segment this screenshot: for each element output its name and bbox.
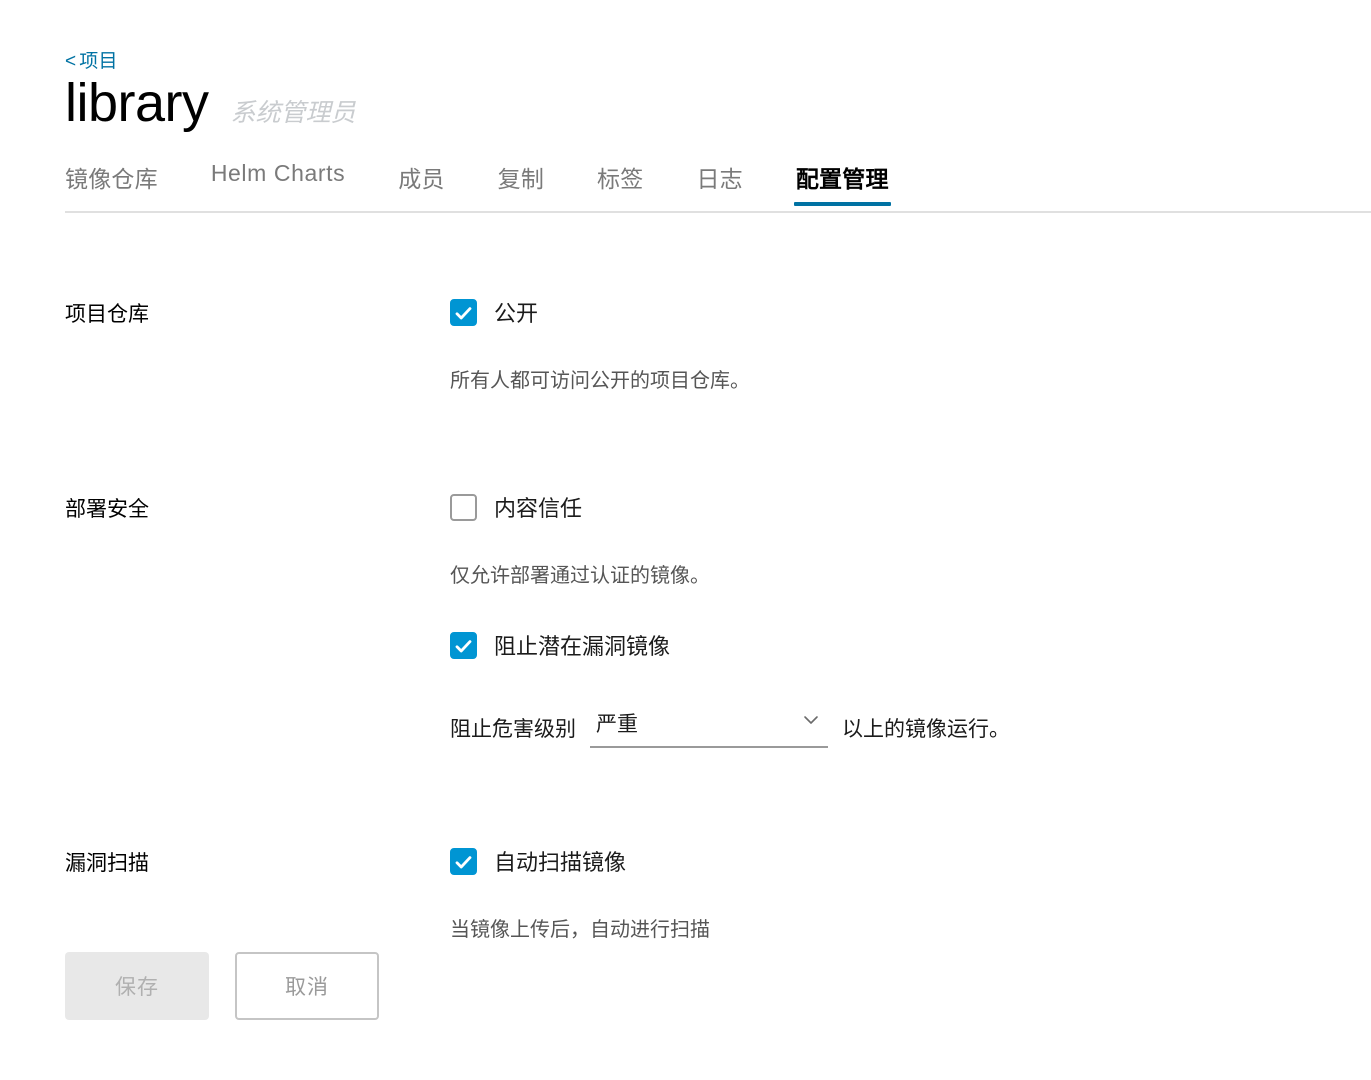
severity-prefix-label: 阻止危害级别 bbox=[450, 718, 576, 741]
auto-scan-helper-text: 当镜像上传后，自动进行扫描 bbox=[450, 919, 710, 941]
configuration-form: 项目仓库 公开 所有人都可访问公开的项目仓库。 部署安全 内容信任 仅允许部署通… bbox=[0, 232, 1371, 943]
group-label-deploy-security: 部署安全 bbox=[65, 498, 149, 521]
group-label-project-repo: 项目仓库 bbox=[65, 303, 149, 326]
project-role-badge: 系统管理员 bbox=[230, 99, 356, 127]
auto-scan-checkbox-row[interactable]: 自动扫描镜像 bbox=[450, 847, 1331, 875]
tab-helm-charts[interactable]: Helm Charts bbox=[211, 155, 345, 187]
form-group-vulnerability-scan: 漏洞扫描 自动扫描镜像 当镜像上传后，自动进行扫描 bbox=[0, 847, 1371, 943]
content-trust-checkbox-label[interactable]: 内容信任 bbox=[494, 491, 582, 523]
tab-repositories[interactable]: 镜像仓库 bbox=[65, 155, 158, 194]
tab-replication[interactable]: 复制 bbox=[498, 155, 544, 194]
public-helper-text: 所有人都可访问公开的项目仓库。 bbox=[450, 370, 750, 392]
content-trust-helper-text: 仅允许部署通过认证的镜像。 bbox=[450, 565, 710, 587]
cancel-button[interactable]: 取消 bbox=[235, 952, 379, 1020]
auto-scan-checkbox-label[interactable]: 自动扫描镜像 bbox=[494, 845, 626, 877]
public-checkbox[interactable] bbox=[450, 298, 477, 326]
check-icon bbox=[455, 639, 472, 652]
severity-select-row: 阻止危害级别 严重 以上的镜像运行。 bbox=[450, 708, 1331, 748]
severity-suffix-label: 以上的镜像运行。 bbox=[842, 718, 1010, 741]
form-group-deploy-security: 部署安全 内容信任 仅允许部署通过认证的镜像。 阻止潜在漏洞镜像 阻止危害级别 … bbox=[0, 493, 1371, 748]
public-checkbox-row[interactable]: 公开 bbox=[450, 298, 1331, 326]
tab-list: 镜像仓库 Helm Charts 成员 复制 标签 日志 配置管理 bbox=[65, 155, 1371, 211]
severity-select[interactable]: 严重 bbox=[590, 708, 828, 748]
group-body-vulnerability-scan: 自动扫描镜像 当镜像上传后，自动进行扫描 bbox=[450, 847, 1371, 943]
prevent-vulnerable-checkbox-label[interactable]: 阻止潜在漏洞镜像 bbox=[494, 629, 670, 661]
group-body-deploy-security: 内容信任 仅允许部署通过认证的镜像。 阻止潜在漏洞镜像 阻止危害级别 严重 以上… bbox=[450, 493, 1371, 748]
tab-members[interactable]: 成员 bbox=[398, 155, 444, 194]
form-group-project-repo: 项目仓库 公开 所有人都可访问公开的项目仓库。 bbox=[0, 298, 1371, 394]
breadcrumb-back-to-projects[interactable]: < 项目 bbox=[65, 46, 118, 73]
auto-scan-checkbox[interactable] bbox=[450, 847, 477, 875]
chevron-left-icon: < bbox=[65, 51, 77, 72]
group-label-vulnerability-scan: 漏洞扫描 bbox=[65, 852, 149, 875]
group-body-project-repo: 公开 所有人都可访问公开的项目仓库。 bbox=[450, 298, 1371, 394]
tab-labels[interactable]: 标签 bbox=[597, 155, 643, 194]
prevent-vulnerable-checkbox-row[interactable]: 阻止潜在漏洞镜像 bbox=[450, 631, 1331, 659]
page-title-row: library 系统管理员 bbox=[65, 76, 356, 130]
breadcrumb-label: 项目 bbox=[79, 51, 118, 72]
public-checkbox-label[interactable]: 公开 bbox=[494, 296, 538, 328]
form-actions: 保存 取消 bbox=[65, 952, 379, 1020]
check-icon bbox=[455, 306, 472, 319]
content-trust-checkbox[interactable] bbox=[450, 493, 477, 521]
project-tabbar: 镜像仓库 Helm Charts 成员 复制 标签 日志 配置管理 bbox=[65, 155, 1371, 213]
content-trust-checkbox-row[interactable]: 内容信任 bbox=[450, 493, 1331, 521]
save-button[interactable]: 保存 bbox=[65, 952, 209, 1020]
page-title: library bbox=[65, 73, 209, 133]
severity-select-value: 严重 bbox=[596, 713, 638, 736]
tab-logs[interactable]: 日志 bbox=[696, 155, 742, 194]
tab-configuration[interactable]: 配置管理 bbox=[793, 155, 891, 206]
check-icon bbox=[455, 855, 472, 868]
chevron-down-icon bbox=[804, 716, 818, 724]
prevent-vulnerable-checkbox[interactable] bbox=[450, 631, 477, 659]
